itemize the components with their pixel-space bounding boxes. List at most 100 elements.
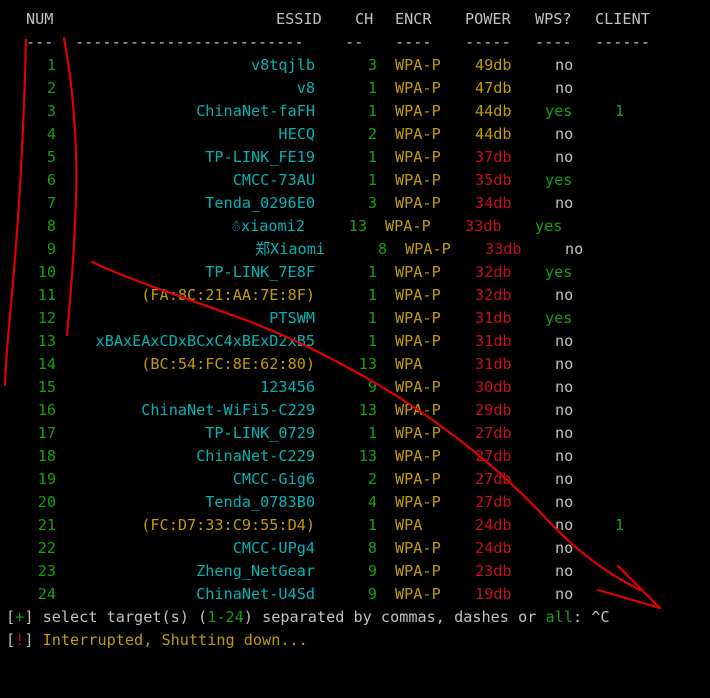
row-essid: PTSWM [269,309,315,327]
row-encryption: WPA-P [395,194,441,212]
row-essid: Tenda_0783B0 [205,493,315,511]
row-power: 27db [475,493,512,511]
row-essid: ChinaNet-WiFi5-C229 [141,401,315,419]
separator-ch: -- [345,33,364,51]
separator-client: ------ [595,33,650,51]
row-wps: no [555,378,574,396]
row-encryption: WPA-P [395,148,441,166]
table-row: 23 Zheng_NetGear 9 WPA-P 23db no [0,560,710,583]
row-essid: ChinaNet-C229 [196,447,315,465]
row-wps: yes [535,217,563,235]
table-row: 18 ChinaNet-C229 13 WPA-P 27db no [0,445,710,468]
row-wps: yes [545,102,573,120]
row-power: 35db [475,171,512,189]
row-encryption: WPA [395,516,423,534]
row-essid: TP-LINK_FE19 [205,148,315,166]
separator-encr: ---- [395,33,432,51]
row-essid: (FC:D7:33:C9:55:D4) [141,516,315,534]
row-essid: Tenda_0296E0 [205,194,315,212]
row-wps: no [555,56,574,74]
select-target-prompt[interactable]: [+] select target(s) (1-24) separated by… [0,606,710,629]
row-wps: yes [545,171,573,189]
table-row: 19 CMCC-Gig6 2 WPA-P 27db no [0,468,710,491]
row-essid: v8 [296,79,315,97]
table-header: NUM ESSID CH ENCR POWER WPS? CLIENT [0,8,710,31]
row-wps: no [555,516,574,534]
header-wps: WPS? [535,10,572,28]
row-channel: 13 [348,217,367,235]
row-encryption: WPA [395,355,423,373]
row-power: 27db [475,424,512,442]
row-power: 44db [475,102,512,120]
row-power: 23db [475,562,512,580]
row-power: 27db [475,470,512,488]
row-encryption: WPA-P [395,332,441,350]
row-wps: no [555,470,574,488]
row-power: 31db [475,355,512,373]
table-row: 15 123456 9 WPA-P 30db no [0,376,710,399]
row-power: 32db [475,286,512,304]
row-essid: TP-LINK_7E8F [205,263,315,281]
row-encryption: WPA-P [395,102,441,120]
row-channel: 1 [367,102,377,120]
prompt-range: 1-24 [207,608,244,626]
row-essid: HECQ [278,125,315,143]
row-channel: 1 [367,148,377,166]
separator-power: ----- [465,33,511,51]
table-row: 1 v8tqjlb 3 WPA-P 49db no [0,54,710,77]
row-wps: no [555,401,574,419]
row-power: 29db [475,401,512,419]
prompt-all-keyword: all [545,608,573,626]
terminal-window[interactable]: NUM ESSID CH ENCR POWER WPS? CLIENT --- … [0,0,710,672]
row-wps: no [555,447,574,465]
row-channel: 9 [367,378,377,396]
table-separator: --- ------------------------- -- ---- --… [0,31,710,54]
row-channel: 1 [367,263,377,281]
table-row: 4 HECQ 2 WPA-P 44db no [0,123,710,146]
row-wps: no [565,240,584,258]
row-power: 24db [475,539,512,557]
prompt-text-end: : ^C [572,608,610,626]
table-row: 13 xBAxEAxCDxBCxC4xBExD2xB5 1 WPA-P 31db no [0,330,710,353]
table-row: 14 (BC:54:FC:8E:62:80) 13 WPA 31db no [0,353,710,376]
row-channel: 9 [367,585,377,603]
table-row: 8 ☃xiaomi2 13 WPA-P 33db yes [0,215,710,238]
table-row: 24 ChinaNet-U4Sd 9 WPA-P 19db no [0,583,710,606]
table-row: 6 CMCC-73AU 1 WPA-P 35db yes [0,169,710,192]
table-row: 5 TP-LINK_FE19 1 WPA-P 37db no [0,146,710,169]
row-wps: no [555,424,574,442]
header-client: CLIENT [595,10,650,28]
row-power: 49db [475,56,512,74]
row-encryption: WPA-P [395,309,441,327]
row-power: 30db [475,378,512,396]
header-essid: ESSID [276,10,322,28]
row-essid: CMCC-Gig6 [232,470,315,488]
row-encryption: WPA-P [395,56,441,74]
row-channel: 3 [367,56,377,74]
row-wps: no [555,562,574,580]
row-wps: no [555,125,574,143]
plus-icon: + [15,608,25,626]
row-encryption: WPA-P [395,424,441,442]
table-row: 2 v8 1 WPA-P 47db no [0,77,710,100]
interrupted-message: [!] Interrupted, Shutting down... [0,629,710,652]
interrupt-bracket-open: [ [6,631,16,649]
row-power: 34db [475,194,512,212]
prompt-bracket-open: [ [6,608,16,626]
table-row: 20 Tenda_0783B0 4 WPA-P 27db no [0,491,710,514]
row-power: 24db [475,516,512,534]
table-row: 16 ChinaNet-WiFi5-C229 13 WPA-P 29db no [0,399,710,422]
separator-num: --- [26,33,54,51]
row-encryption: WPA-P [395,378,441,396]
row-essid: CMCC-73AU [232,171,315,189]
row-wps: no [555,585,574,603]
row-essid: v8tqjlb [250,56,315,74]
row-essid: Zheng_NetGear [196,562,315,580]
row-wps: no [555,79,574,97]
row-wps: no [555,148,574,166]
row-channel: 1 [367,286,377,304]
row-channel: 1 [367,171,377,189]
header-power: POWER [465,10,511,28]
header-num: NUM [26,10,54,28]
table-row: 3 ChinaNet-faFH 1 WPA-P 44db yes 1 [0,100,710,123]
